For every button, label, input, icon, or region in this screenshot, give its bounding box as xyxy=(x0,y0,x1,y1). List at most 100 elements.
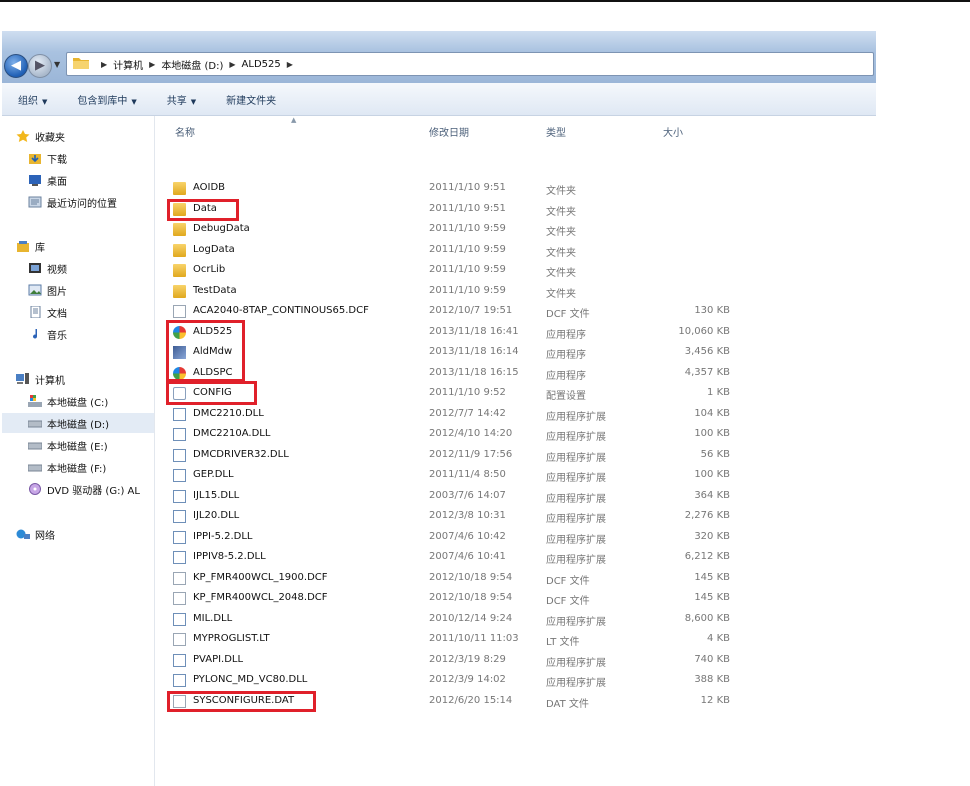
file-row[interactable]: KP_FMR400WCL_1900.DCF 2012/10/18 9:54 DCF … xyxy=(155,569,876,590)
organize-button[interactable]: 组织 ▼ xyxy=(18,92,47,107)
file-type: 应用程序扩展 xyxy=(546,452,606,464)
highlight-sysconfigure xyxy=(167,691,316,712)
history-dropdown-icon[interactable]: ▼ xyxy=(54,60,60,69)
file-row[interactable]: DMC2210.DLL 2012/7/7 14:42 应用程序扩展 104 KB xyxy=(155,405,876,426)
file-size: 740 KB xyxy=(694,653,730,665)
file-date: 2007/4/6 10:42 xyxy=(429,530,506,542)
column-header-size[interactable]: 大小 xyxy=(663,124,683,139)
file-row[interactable]: ALD525 2013/11/18 16:41 应用程序 10,060 KB xyxy=(155,323,876,344)
breadcrumb-ald525[interactable]: ALD525 xyxy=(242,59,281,70)
top-divider xyxy=(0,0,970,2)
back-button[interactable]: ◀ xyxy=(4,54,28,78)
file-row[interactable]: AOIDB 2011/1/10 9:51 文件夹 xyxy=(155,179,876,200)
folder-icon xyxy=(173,223,186,236)
caret-down-icon: ▼ xyxy=(131,97,137,106)
sidebar-item-videos[interactable]: 视频 xyxy=(28,258,67,278)
column-header-type[interactable]: 类型 xyxy=(546,124,566,139)
sidebar-item-network[interactable]: 网络 xyxy=(16,524,55,544)
star-icon xyxy=(16,130,30,142)
chevron-right-icon[interactable]: ▶ xyxy=(101,60,107,69)
file-date: 2013/11/18 16:41 xyxy=(429,325,519,337)
recent-places-icon xyxy=(28,196,42,208)
file-name: MYPROGLIST.LT xyxy=(193,633,270,644)
chevron-right-icon[interactable]: ▶ xyxy=(149,60,155,69)
file-size: 145 KB xyxy=(694,571,730,583)
dll-icon xyxy=(173,407,186,421)
file-row[interactable]: LogData 2011/1/10 9:59 文件夹 xyxy=(155,241,876,262)
chevron-right-icon[interactable]: ▶ xyxy=(229,60,235,69)
sidebar-item-computer[interactable]: 计算机 xyxy=(16,369,65,389)
file-type: 应用程序扩展 xyxy=(546,534,606,546)
file-row[interactable]: IJL15.DLL 2003/7/6 14:07 应用程序扩展 364 KB xyxy=(155,487,876,508)
sidebar-item-drive-f[interactable]: 本地磁盘 (F:) xyxy=(28,457,106,477)
file-row[interactable]: OcrLib 2011/1/10 9:59 文件夹 xyxy=(155,261,876,282)
file-row[interactable]: KP_FMR400WCL_2048.DCF 2012/10/18 9:54 DCF … xyxy=(155,589,876,610)
file-type: 应用程序扩展 xyxy=(546,493,606,505)
file-size: 56 KB xyxy=(700,448,730,460)
file-row[interactable]: DMC2210A.DLL 2012/4/10 14:20 应用程序扩展 100 KB xyxy=(155,425,876,446)
sidebar-item-drive-d[interactable]: 本地磁盘 (D:) xyxy=(2,413,154,433)
sidebar-item-downloads[interactable]: 下载 xyxy=(28,148,67,168)
file-row[interactable]: AldMdw 2013/11/18 16:14 应用程序 3,456 KB xyxy=(155,343,876,364)
file-name: IJL20.DLL xyxy=(193,510,240,521)
drive-icon xyxy=(28,464,42,472)
picture-icon xyxy=(28,284,42,296)
dll-icon xyxy=(173,428,186,441)
file-type: 应用程序扩展 xyxy=(546,473,606,484)
file-date: 2012/3/8 10:31 xyxy=(429,510,506,521)
sidebar-item-dvd[interactable]: DVD 驱动器 (G:) AL xyxy=(28,479,140,499)
sidebar-item-pictures[interactable]: 图片 xyxy=(28,280,67,300)
file-row[interactable]: ACA2040-8TAP_CONTINOUS65.DCF 2012/10/7 19… xyxy=(155,302,876,323)
file-name: MIL.DLL xyxy=(193,612,233,624)
file-row[interactable]: MYPROGLIST.LT 2011/10/11 11:03 LT 文件 4 KB xyxy=(155,630,876,651)
file-row[interactable]: ALDSPC 2013/11/18 16:15 应用程序 4,357 KB xyxy=(155,364,876,385)
file-name: LogData xyxy=(193,243,235,255)
sidebar-item-documents[interactable]: 文档 xyxy=(28,302,67,322)
file-row[interactable]: DMCDRIVER32.DLL 2012/11/9 17:56 应用程序扩展 56 K… xyxy=(155,446,876,467)
address-toolbar: ◀ ▶ ▼ ▶ 计算机 ▶ 本地磁盘 (D:) ▶ ALD525 ▶ xyxy=(2,31,876,83)
folder-icon xyxy=(173,182,186,195)
file-date: 2011/1/10 9:59 xyxy=(429,264,506,275)
sidebar-item-drive-e[interactable]: 本地磁盘 (E:) xyxy=(28,435,108,455)
sidebar-item-recent[interactable]: 最近访问的位置 xyxy=(28,192,117,212)
file-row[interactable]: IJL20.DLL 2012/3/8 10:31 应用程序扩展 2,276 KB xyxy=(155,507,876,528)
file-name: PYLONC_MD_VC80.DLL xyxy=(193,674,308,685)
sidebar-item-favorites[interactable]: 收藏夹 xyxy=(16,126,65,146)
file-row[interactable]: CONFIG 2011/1/10 9:52 配置设置 1 KB xyxy=(155,384,876,405)
breadcrumb-computer[interactable]: 计算机 xyxy=(113,57,143,72)
folder-icon xyxy=(73,58,89,69)
address-bar[interactable]: ▶ 计算机 ▶ 本地磁盘 (D:) ▶ ALD525 ▶ xyxy=(66,52,874,76)
share-button[interactable]: 共享 ▼ xyxy=(167,92,196,107)
sidebar-item-music[interactable]: 音乐 xyxy=(28,324,67,344)
file-name: KP_FMR400WCL_1900.DCF xyxy=(193,571,328,583)
file-row[interactable]: PYLONC_MD_VC80.DLL 2012/3/9 14:02 应用程序扩展 38… xyxy=(155,671,876,692)
file-row[interactable]: GEP.DLL 2011/11/4 8:50 应用程序扩展 100 KB xyxy=(155,466,876,487)
new-folder-button[interactable]: 新建文件夹 xyxy=(226,92,276,107)
column-header-date[interactable]: 修改日期 xyxy=(429,124,469,139)
file-icon xyxy=(173,305,186,318)
chevron-right-icon[interactable]: ▶ xyxy=(287,60,293,69)
file-list: ▲ 名称 修改日期 类型 大小 AOIDB 2011/1/10 9:51 文件夹 Da… xyxy=(155,116,876,786)
file-date: 2011/1/10 9:59 xyxy=(429,243,506,255)
file-date: 2011/1/10 9:51 xyxy=(429,182,506,193)
file-size: 2,276 KB xyxy=(684,510,730,521)
file-row[interactable]: IPPIV8-5.2.DLL 2007/4/6 10:41 应用程序扩展 6,212 … xyxy=(155,548,876,569)
folder-icon xyxy=(173,243,186,257)
file-row[interactable]: TestData 2011/1/10 9:59 文件夹 xyxy=(155,282,876,303)
sidebar-item-desktop[interactable]: 桌面 xyxy=(28,170,67,190)
file-row[interactable]: Data 2011/1/10 9:51 文件夹 xyxy=(155,200,876,221)
file-row[interactable]: PVAPI.DLL 2012/3/19 8:29 应用程序扩展 740 KB xyxy=(155,651,876,672)
file-type: 文件夹 xyxy=(546,227,576,238)
forward-button[interactable]: ▶ xyxy=(28,54,52,78)
file-size: 388 KB xyxy=(694,674,730,685)
breadcrumb-drive-d[interactable]: 本地磁盘 (D:) xyxy=(161,57,223,72)
file-row[interactable]: IPPI-5.2.DLL 2007/4/6 10:42 应用程序扩展 320 KB xyxy=(155,528,876,549)
file-row[interactable]: MIL.DLL 2010/12/14 9:24 应用程序扩展 8,600 KB xyxy=(155,610,876,631)
column-header-name[interactable]: 名称 xyxy=(175,124,195,139)
file-row[interactable]: DebugData 2011/1/10 9:59 文件夹 xyxy=(155,220,876,241)
sidebar-item-drive-c[interactable]: 本地磁盘 (C:) xyxy=(28,391,108,411)
file-name: IPPIV8-5.2.DLL xyxy=(193,551,266,562)
include-library-button[interactable]: 包含到库中 ▼ xyxy=(77,92,136,107)
file-name: GEP.DLL xyxy=(193,469,234,480)
sidebar-item-libraries[interactable]: 库 xyxy=(16,236,45,256)
